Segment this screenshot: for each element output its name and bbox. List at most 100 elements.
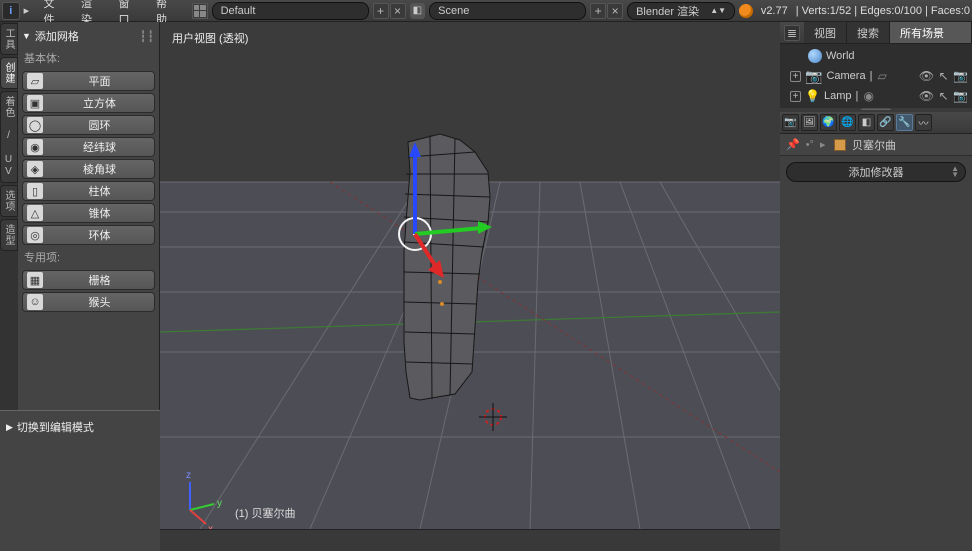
outliner-tab-view[interactable]: 视图: [804, 22, 847, 43]
delete-scene-button[interactable]: ×: [607, 3, 623, 19]
label-special: 专用项:: [22, 247, 155, 268]
tab-tools[interactable]: 工具: [0, 23, 18, 55]
add-uvsphere-button[interactable]: ◉ 经纬球: [22, 137, 155, 157]
screen-layout-field[interactable]: Default: [212, 2, 369, 20]
disclosure-triangle-icon: ▼: [22, 31, 31, 41]
top-menubar: i ▸ 文件 渲染 窗口 帮助 Default + × ◧ Scene + × …: [0, 0, 972, 22]
outliner-header: ≣ 视图 搜索 所有场景: [780, 22, 972, 44]
axis-z-label: z: [186, 470, 191, 481]
screen-layout-browse-icon[interactable]: [192, 3, 208, 19]
props-icon-scene[interactable]: 🌍: [820, 114, 837, 131]
panel-grip-icon[interactable]: ┇┇: [140, 30, 155, 43]
add-modifier-label: 添加修改器: [849, 164, 904, 180]
panel-add-mesh-header[interactable]: ▼ 添加网格 ┇┇: [22, 26, 155, 46]
eye-icon[interactable]: 👁: [919, 89, 934, 104]
cursor-icon[interactable]: ↖: [936, 89, 951, 104]
version-label: v2.77: [761, 5, 788, 17]
add-plane-button[interactable]: ▱ 平面: [22, 71, 155, 91]
eye-icon[interactable]: 👁: [919, 69, 934, 84]
scene-name: Scene: [438, 5, 469, 17]
add-monkey-button[interactable]: ☺ 猴头: [22, 292, 155, 312]
modifier-panel: 添加修改器 ▲▼: [780, 156, 972, 188]
delete-screen-button[interactable]: ×: [390, 3, 406, 19]
render-visible-icon[interactable]: 📷: [953, 89, 968, 104]
circle-icon: ◯: [27, 117, 43, 133]
icosphere-icon: ◈: [27, 161, 43, 177]
blender-logo-icon: [739, 4, 753, 18]
outliner[interactable]: World + 📷 Camera | ▱ 👁 ↖ 📷 + 💡 Lamp | ◉ …: [780, 44, 972, 108]
props-icon-renderlayer[interactable]: 🖼: [801, 114, 818, 131]
cylinder-icon: ▯: [27, 183, 43, 199]
expand-icon[interactable]: +: [790, 91, 801, 102]
tab-options[interactable]: 选项: [0, 185, 18, 217]
world-icon: [808, 49, 822, 63]
outliner-world-name: World: [826, 50, 855, 62]
outliner-tab-all-scenes[interactable]: 所有场景: [890, 22, 972, 43]
render-engine-label: Blender 渲染: [636, 3, 699, 19]
props-icon-data[interactable]: 〰: [915, 114, 932, 131]
active-object-label: (1) 贝塞尔曲: [235, 505, 296, 521]
viewport-footer: [160, 529, 780, 551]
outliner-row-world[interactable]: World: [784, 46, 968, 66]
props-icon-constraint[interactable]: 🔗: [877, 114, 894, 131]
scene-field[interactable]: Scene: [429, 2, 586, 20]
add-cone-button[interactable]: △ 锥体: [22, 203, 155, 223]
3d-viewport[interactable]: z y x 用户视图 (透视) (1) 贝塞尔曲: [160, 22, 780, 529]
uvsphere-icon: ◉: [27, 139, 43, 155]
operator-header[interactable]: ▶ 切换到编辑模式: [6, 417, 154, 437]
monkey-icon: ☺: [27, 294, 43, 310]
add-cylinder-button[interactable]: ▯ 柱体: [22, 181, 155, 201]
disclosure-right-icon: ▶: [6, 422, 13, 433]
torus-icon: ◎: [27, 227, 43, 243]
outliner-lamp-name: Lamp: [824, 90, 852, 102]
render-engine-dropdown[interactable]: Blender 渲染 ▲▼: [627, 2, 735, 20]
render-visible-icon[interactable]: 📷: [953, 69, 968, 84]
props-icon-world[interactable]: 🌐: [839, 114, 856, 131]
properties-tabs: 📷 🖼 🌍 🌐 ◧ 🔗 🔧 〰: [780, 112, 972, 134]
add-modifier-dropdown[interactable]: 添加修改器 ▲▼: [786, 162, 966, 182]
breadcrumb-object-name: 贝塞尔曲: [852, 137, 896, 153]
camera-icon: 📷: [805, 68, 822, 85]
cursor-icon[interactable]: ↖: [936, 69, 951, 84]
outliner-tab-search[interactable]: 搜索: [847, 22, 890, 43]
add-circle-button[interactable]: ◯ 圆环: [22, 115, 155, 135]
add-torus-button[interactable]: ◎ 环体: [22, 225, 155, 245]
tab-sculpt[interactable]: 造型: [0, 219, 18, 251]
properties-breadcrumb-row: 📌 •° ▸ 贝塞尔曲: [780, 134, 972, 156]
outliner-row-camera[interactable]: + 📷 Camera | ▱ 👁 ↖ 📷: [784, 66, 968, 86]
add-screen-button[interactable]: +: [373, 3, 389, 19]
axis-y-label: y: [217, 498, 222, 509]
cone-icon: △: [27, 205, 43, 221]
scene-browse-icon[interactable]: ◧: [410, 3, 426, 19]
grid-icon: ▦: [27, 272, 43, 288]
pin-icon[interactable]: 📌: [786, 138, 800, 151]
add-cube-button[interactable]: ▣ 立方体: [22, 93, 155, 113]
plane-icon: ▱: [27, 73, 43, 89]
operator-panel: ▶ 切换到编辑模式: [0, 410, 160, 551]
tab-create[interactable]: 创建: [0, 57, 18, 89]
tab-shading[interactable]: 着色 / UV: [0, 91, 18, 183]
tool-shelf: ▼ 添加网格 ┇┇ 基本体: ▱ 平面 ▣ 立方体 ◯ 圆环 ◉ 经纬球 ◈ 棱…: [18, 22, 160, 410]
operator-title: 切换到编辑模式: [17, 419, 94, 435]
props-icon-render[interactable]: 📷: [782, 114, 799, 131]
add-scene-button[interactable]: +: [590, 3, 606, 19]
lamp-icon: 💡: [805, 89, 820, 103]
props-icon-modifier[interactable]: 🔧: [896, 114, 913, 131]
panel-add-mesh-title: 添加网格: [35, 28, 79, 44]
stats-label: | Verts:1/52 | Edges:0/100 | Faces:0: [796, 5, 970, 17]
header-expand-icon[interactable]: ▸: [24, 4, 34, 17]
outliner-camera-name: Camera: [826, 70, 865, 82]
outliner-type-icon[interactable]: ≣: [784, 25, 800, 41]
expand-icon[interactable]: +: [790, 71, 801, 82]
outliner-row-lamp[interactable]: + 💡 Lamp | ◉ 👁 ↖ 📷: [784, 86, 968, 106]
screen-layout-name: Default: [221, 5, 256, 17]
cube-icon: ▣: [27, 95, 43, 111]
viewport-hud: 用户视图 (透视): [172, 30, 248, 46]
right-panel: ≣ 视图 搜索 所有场景 World + 📷 Camera | ▱ 👁 ↖ 📷 …: [780, 22, 972, 551]
add-grid-button[interactable]: ▦ 栅格: [22, 270, 155, 290]
props-icon-object[interactable]: ◧: [858, 114, 875, 131]
info-icon[interactable]: i: [2, 2, 20, 20]
add-icosphere-button[interactable]: ◈ 棱角球: [22, 159, 155, 179]
chain-icon: •°: [806, 139, 814, 151]
viewport-svg: z y x: [160, 22, 780, 529]
